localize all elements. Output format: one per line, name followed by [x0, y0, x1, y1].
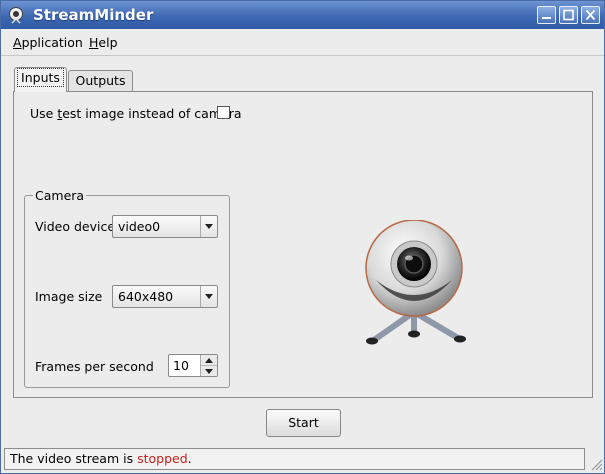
- maximize-icon: [563, 9, 574, 21]
- chevron-down-icon: [205, 224, 213, 229]
- fps-value: 10: [173, 358, 189, 373]
- image-size-label: Image size: [35, 289, 103, 304]
- menu-application[interactable]: Application: [13, 35, 83, 50]
- menu-help[interactable]: Help: [89, 35, 118, 50]
- tab-inputs[interactable]: Inputs: [14, 67, 67, 92]
- image-size-value: 640x480: [118, 289, 174, 304]
- status-prefix: The video stream is: [10, 451, 138, 466]
- app-window: StreamMinder Application Help Inputs Out…: [0, 0, 605, 474]
- fps-decrement-button[interactable]: [201, 366, 217, 376]
- video-device-combo[interactable]: video0: [112, 215, 218, 238]
- webcam-illustration: [365, 220, 466, 345]
- webcam-icon[interactable]: [7, 6, 25, 24]
- chevron-down-icon: [205, 294, 213, 299]
- inputs-panel: Use test image instead of camera Camera …: [13, 91, 593, 398]
- close-icon: [585, 9, 596, 21]
- menu-bar: Application Help: [1, 30, 604, 56]
- video-device-value: video0: [118, 219, 161, 234]
- image-size-combo[interactable]: 640x480: [112, 285, 218, 308]
- maximize-button[interactable]: [559, 6, 578, 24]
- minimize-icon: [542, 17, 551, 19]
- close-button[interactable]: [581, 6, 600, 24]
- image-size-dropdown-button[interactable]: [200, 286, 217, 307]
- chevron-down-icon: [205, 369, 213, 374]
- test-image-checkbox[interactable]: [217, 106, 230, 119]
- menu-application-label: pplication: [21, 35, 83, 50]
- camera-group: Camera Video device video0 Image size 64…: [24, 188, 230, 388]
- menu-help-mnemonic: H: [89, 35, 99, 50]
- fps-increment-button[interactable]: [201, 355, 217, 366]
- minimize-button[interactable]: [537, 6, 556, 24]
- status-bar: The video stream is stopped.: [4, 448, 585, 470]
- test-image-label-post: est image instead of camera: [62, 106, 242, 121]
- tab-outputs-label: Outputs: [75, 73, 126, 88]
- menu-application-mnemonic: A: [13, 35, 22, 50]
- video-device-label: Video device: [35, 219, 116, 234]
- chevron-up-icon: [205, 358, 213, 363]
- fps-spin-buttons: [200, 355, 217, 376]
- window-title: StreamMinder: [33, 6, 154, 24]
- start-button[interactable]: Start: [266, 409, 341, 437]
- test-image-label-pre: Use: [30, 106, 58, 121]
- tab-inputs-label: Inputs: [17, 68, 64, 87]
- fps-spinbox[interactable]: 10: [168, 354, 218, 377]
- camera-group-title: Camera: [33, 188, 87, 203]
- title-bar[interactable]: StreamMinder: [1, 1, 604, 29]
- test-image-label[interactable]: Use test image instead of camera: [30, 106, 242, 121]
- resize-grip-icon[interactable]: [589, 457, 603, 471]
- status-suffix: .: [187, 451, 192, 466]
- fps-label: Frames per second: [35, 359, 154, 374]
- tab-outputs[interactable]: Outputs: [68, 70, 133, 91]
- video-device-dropdown-button[interactable]: [200, 216, 217, 237]
- menu-help-label: elp: [98, 35, 118, 50]
- status-state: stopped: [137, 451, 188, 466]
